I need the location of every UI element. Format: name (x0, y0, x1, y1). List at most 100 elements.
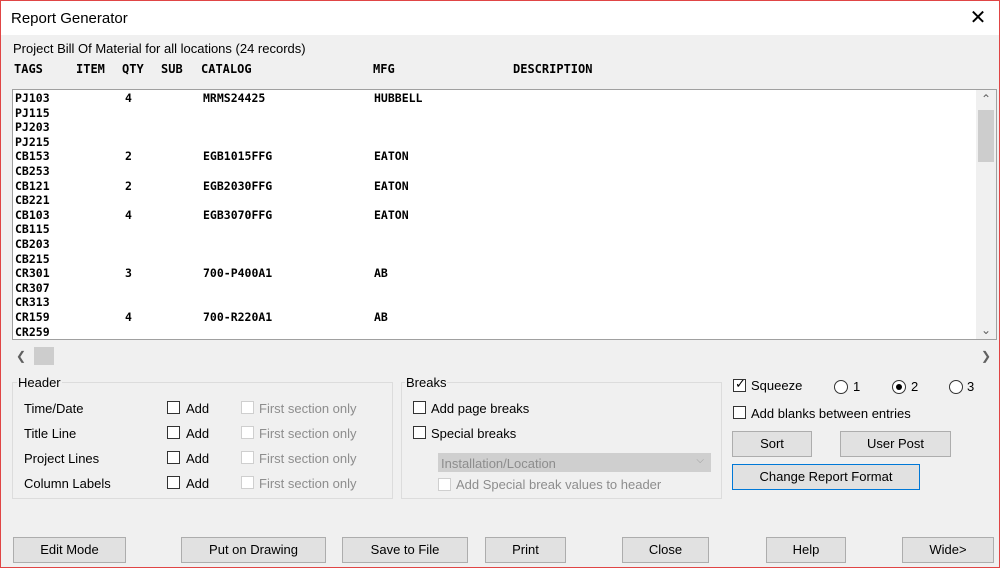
header-title-line-label: Title Line (24, 426, 77, 441)
cell-qty: 4 (125, 309, 132, 324)
table-row[interactable]: CB203 (15, 237, 970, 252)
header-column-labels-first-label: First section only (259, 476, 357, 491)
edit-mode-button[interactable]: Edit Mode (13, 537, 126, 563)
change-report-format-button[interactable]: Change Report Format (732, 464, 920, 490)
header-time-date-add-checkbox[interactable] (167, 401, 180, 414)
table-row[interactable]: CB121 2 EGB2030FFG EATON (15, 179, 970, 194)
table-row[interactable]: CR301 3 700-P400A1 AB (15, 266, 970, 281)
cell-tag: CB103 (15, 207, 50, 222)
breaks-group-title: Breaks (405, 375, 448, 390)
vertical-scrollbar[interactable]: ⌃ ⌄ (976, 90, 996, 339)
report-generator-window: Report Generator ✕ Project Bill Of Mater… (0, 0, 1000, 568)
header-title-line-add-label[interactable]: Add (186, 426, 209, 441)
special-break-select-value: Installation/Location (441, 456, 556, 471)
wide-button[interactable]: Wide> (902, 537, 994, 563)
cell-tag: CR301 (15, 266, 50, 281)
scroll-up-icon[interactable]: ⌃ (976, 90, 996, 108)
special-breaks-label[interactable]: Special breaks (431, 426, 516, 441)
scroll-right-icon[interactable]: ❯ (977, 346, 995, 366)
table-row[interactable]: PJ115 (15, 106, 970, 121)
cell-mfg: EATON (374, 149, 409, 164)
header-time-date-add-label[interactable]: Add (186, 401, 209, 416)
cell-catalog: 700-P400A1 (203, 266, 273, 281)
close-icon[interactable]: ✕ (963, 4, 993, 32)
table-row[interactable]: CB221 (15, 193, 970, 208)
table-row[interactable]: CR307 (15, 281, 970, 296)
radio-selected-dot (896, 384, 902, 390)
table-row[interactable]: CB103 4 EGB3070FFG EATON (15, 208, 970, 223)
user-post-button[interactable]: User Post (840, 431, 951, 457)
header-title-line-add-checkbox[interactable] (167, 426, 180, 439)
squeeze-radio-2[interactable] (892, 380, 906, 394)
column-header-tags: TAGS (14, 62, 43, 76)
header-time-date-label: Time/Date (24, 401, 84, 416)
cell-tag: CB153 (15, 149, 50, 164)
table-row[interactable]: PJ203 (15, 120, 970, 135)
cell-qty: 2 (125, 178, 132, 193)
print-button[interactable]: Print (485, 537, 566, 563)
add-special-break-values-label: Add Special break values to header (456, 477, 662, 492)
header-project-lines-add-label[interactable]: Add (186, 451, 209, 466)
squeeze-radio-1[interactable] (834, 380, 848, 394)
cell-tag: PJ215 (15, 134, 50, 149)
cell-tag: PJ203 (15, 120, 50, 135)
scroll-down-icon[interactable]: ⌄ (976, 321, 996, 339)
add-special-break-values-checkbox (438, 478, 451, 491)
special-break-select: Installation/Location ⌵ (438, 453, 711, 472)
squeeze-checkbox[interactable]: ✓ (733, 377, 746, 392)
put-on-drawing-button[interactable]: Put on Drawing (181, 537, 326, 563)
table-row[interactable]: CR159 4 700-R220A1 AB (15, 310, 970, 325)
add-blanks-checkbox[interactable] (733, 406, 746, 419)
cell-mfg: EATON (374, 207, 409, 222)
horizontal-scroll-thumb[interactable] (34, 347, 54, 365)
header-time-date-first-label: First section only (259, 401, 357, 416)
squeeze-radio-3[interactable] (949, 380, 963, 394)
window-title: Report Generator (11, 10, 128, 27)
sort-button[interactable]: Sort (732, 431, 812, 457)
save-to-file-button[interactable]: Save to File (342, 537, 468, 563)
add-blanks-label[interactable]: Add blanks between entries (751, 406, 911, 421)
cell-tag: PJ115 (15, 105, 50, 120)
header-project-lines-label: Project Lines (24, 451, 100, 466)
column-header-item: ITEM (76, 62, 105, 76)
report-summary: Project Bill Of Material for all locatio… (13, 41, 306, 56)
cell-tag: CB221 (15, 193, 50, 208)
squeeze-radio-1-label[interactable]: 1 (853, 379, 860, 394)
cell-mfg: HUBBELL (374, 91, 423, 105)
header-column-labels-add-checkbox[interactable] (167, 476, 180, 489)
cell-tag: CR159 (15, 309, 50, 324)
table-row[interactable]: CB115 (15, 222, 970, 237)
close-button[interactable]: Close (622, 537, 709, 563)
help-button[interactable]: Help (766, 537, 846, 563)
column-header-mfg: MFG (373, 62, 395, 76)
table-row[interactable]: CB253 (15, 164, 970, 179)
header-project-lines-add-checkbox[interactable] (167, 451, 180, 464)
table-row[interactable]: CR313 (15, 295, 970, 310)
table-row[interactable]: PJ215 (15, 135, 970, 150)
column-header-description: DESCRIPTION (513, 62, 593, 76)
report-listbox[interactable]: PJ103 4 MRMS24425 HUBBELL PJ115 PJ203 PJ215 CB1… (12, 89, 997, 340)
cell-mfg: AB (374, 266, 388, 281)
cell-mfg: EATON (374, 178, 409, 193)
table-row[interactable]: PJ103 4 MRMS24425 HUBBELL (15, 91, 970, 106)
cell-tag: PJ103 (15, 91, 50, 105)
squeeze-radio-2-label[interactable]: 2 (911, 379, 918, 394)
add-page-breaks-checkbox[interactable] (413, 401, 426, 414)
vertical-scroll-thumb[interactable] (978, 110, 994, 162)
add-page-breaks-label[interactable]: Add page breaks (431, 401, 529, 416)
cell-qty: 2 (125, 149, 132, 164)
table-row[interactable]: CB153 2 EGB1015FFG EATON (15, 149, 970, 164)
squeeze-label[interactable]: Squeeze (751, 378, 802, 393)
horizontal-scrollbar[interactable]: ❮ ❯ (12, 346, 995, 366)
header-column-labels-add-label[interactable]: Add (186, 476, 209, 491)
table-row[interactable]: CR259 (15, 325, 970, 340)
cell-tag: CB253 (15, 163, 50, 178)
header-title-line-first-label: First section only (259, 426, 357, 441)
scroll-left-icon[interactable]: ❮ (12, 346, 30, 366)
squeeze-radio-3-label[interactable]: 3 (967, 379, 974, 394)
table-row[interactable]: CB215 (15, 252, 970, 267)
special-breaks-checkbox[interactable] (413, 426, 426, 439)
header-time-date-first-checkbox (241, 401, 254, 414)
column-header-qty: QTY (122, 62, 144, 76)
header-title-line-first-checkbox (241, 426, 254, 439)
